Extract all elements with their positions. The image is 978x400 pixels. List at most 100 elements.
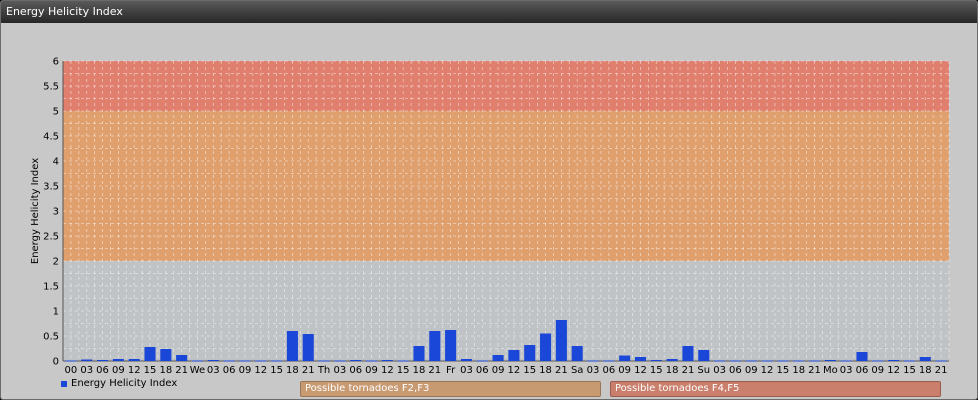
- x-tick-label: 09: [618, 365, 631, 376]
- bar[interactable]: [318, 360, 330, 362]
- bar[interactable]: [872, 360, 884, 362]
- bar[interactable]: [223, 360, 235, 362]
- legend-label: Energy Helicity Index: [71, 378, 177, 389]
- bar[interactable]: [729, 360, 741, 362]
- bar[interactable]: [571, 346, 583, 361]
- bar[interactable]: [302, 334, 314, 361]
- x-tick-label: 06: [729, 365, 742, 376]
- bar[interactable]: [682, 346, 694, 361]
- bar[interactable]: [365, 360, 378, 362]
- x-tick-label: 03: [587, 365, 600, 376]
- x-tick-label: 15: [777, 365, 790, 376]
- x-tick-label: 06: [476, 365, 489, 376]
- bar[interactable]: [445, 330, 457, 361]
- bar[interactable]: [176, 355, 188, 361]
- x-tick-label: 03: [80, 365, 93, 376]
- bar[interactable]: [144, 347, 156, 361]
- y-tick-label: 2.5: [43, 232, 59, 243]
- x-tick-labels: 00 03 06 09 12 15 18 21 We 03 06 09 12 15 18 21 Th 03 06 09…: [65, 365, 948, 376]
- bar[interactable]: [903, 360, 915, 362]
- y-tick-label: 4.5: [43, 132, 59, 143]
- x-tick-label: 18: [792, 365, 805, 376]
- bar[interactable]: [587, 360, 599, 362]
- bar[interactable]: [81, 359, 93, 362]
- bar[interactable]: [207, 360, 219, 361]
- x-tick-label: 06: [856, 365, 869, 376]
- x-tick-label: 18: [159, 365, 172, 376]
- x-tick-label: 06: [602, 365, 615, 376]
- x-tick-label: 03: [460, 365, 473, 376]
- x-tick-label: 21: [808, 365, 821, 376]
- bar[interactable]: [698, 350, 710, 361]
- bar[interactable]: [840, 360, 852, 362]
- x-tick-label: 18: [919, 365, 932, 376]
- bar[interactable]: [714, 360, 726, 362]
- x-tick-label: 21: [555, 365, 568, 376]
- bar[interactable]: [492, 355, 504, 361]
- bar[interactable]: [540, 333, 552, 362]
- x-tick-label: 09: [365, 365, 378, 376]
- bar[interactable]: [128, 359, 140, 361]
- x-tick-label: 09: [239, 365, 252, 376]
- band-f4-f5-button[interactable]: Possible tornadoes F4,F5: [610, 381, 941, 397]
- bar[interactable]: [650, 360, 662, 361]
- bar[interactable]: [935, 360, 947, 362]
- band-f2-f3-button[interactable]: Possible tornadoes F2,F3: [300, 381, 601, 397]
- bar[interactable]: [334, 360, 346, 362]
- bar[interactable]: [524, 345, 536, 361]
- bar[interactable]: [429, 331, 441, 361]
- bar[interactable]: [777, 360, 789, 362]
- x-tick-label: 12: [887, 365, 900, 376]
- bar[interactable]: [745, 360, 757, 362]
- bar[interactable]: [888, 360, 900, 361]
- bar[interactable]: [191, 360, 204, 362]
- bar[interactable]: [666, 359, 678, 361]
- bar[interactable]: [239, 360, 251, 362]
- x-tick-label: 21: [428, 365, 441, 376]
- bar[interactable]: [856, 352, 868, 361]
- bar[interactable]: [793, 360, 805, 362]
- bar[interactable]: [761, 360, 773, 362]
- x-tick-label: 15: [903, 365, 916, 376]
- bar[interactable]: [460, 359, 472, 361]
- x-tick-label: 00: [65, 365, 78, 376]
- bar[interactable]: [634, 357, 647, 361]
- bar[interactable]: [112, 359, 124, 361]
- bar[interactable]: [65, 360, 77, 362]
- bar[interactable]: [508, 350, 520, 361]
- x-tick-label: 12: [508, 365, 521, 376]
- bar[interactable]: [603, 360, 615, 362]
- bar[interactable]: [555, 320, 567, 361]
- y-tick-label: 5: [53, 107, 59, 118]
- bar[interactable]: [413, 346, 425, 361]
- legend[interactable]: Energy Helicity Index: [61, 378, 177, 389]
- y-tick-labels: 0 0.5 1 1.5 2 2.5 3 3.5 4 4.5 5 5.5 6: [43, 57, 59, 368]
- bar[interactable]: [271, 360, 283, 362]
- bar[interactable]: [808, 360, 821, 362]
- bar[interactable]: [476, 360, 488, 362]
- x-tick-label: We: [190, 365, 205, 376]
- bar[interactable]: [97, 360, 109, 361]
- y-tick-label: 1: [53, 307, 59, 318]
- x-tick-label: 06: [223, 365, 236, 376]
- bar[interactable]: [255, 360, 267, 362]
- x-tick-label: 03: [207, 365, 220, 376]
- bar[interactable]: [160, 349, 172, 361]
- bar[interactable]: [397, 360, 409, 362]
- bar[interactable]: [919, 357, 931, 361]
- bar[interactable]: [381, 360, 393, 361]
- x-tick-label: 09: [492, 365, 505, 376]
- y-axis-title: Energy Helicity Index: [30, 158, 41, 264]
- x-tick-label: 12: [128, 365, 141, 376]
- x-tick-label: 21: [302, 365, 315, 376]
- x-tick-label: 18: [539, 365, 552, 376]
- x-tick-label: Su: [697, 365, 710, 376]
- bar[interactable]: [350, 360, 362, 361]
- x-tick-label: 12: [254, 365, 267, 376]
- x-tick-label: 15: [144, 365, 157, 376]
- x-tick-label: 15: [523, 365, 536, 376]
- bar[interactable]: [824, 360, 836, 361]
- bar[interactable]: [286, 331, 298, 361]
- bar[interactable]: [619, 355, 631, 362]
- y-tick-label: 2: [53, 257, 59, 268]
